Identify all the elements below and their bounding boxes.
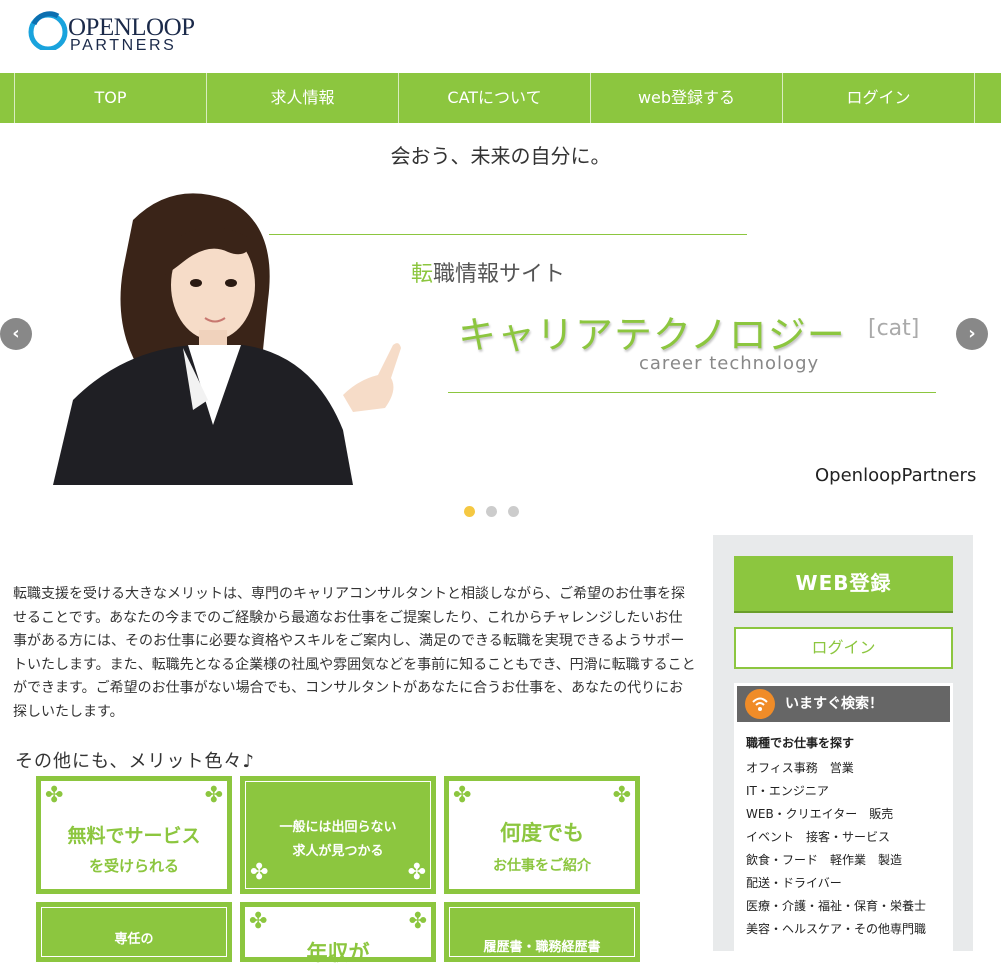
merit-card-inner: ✤ ✤ 年収が: [245, 907, 431, 965]
merit-card-inner: ✤ ✤ 何度でも お仕事をご紹介: [449, 781, 635, 889]
merit-card-income[interactable]: ✤ ✤ 年収が: [240, 902, 436, 965]
sidebar: WEB登録 ログイン いますぐ検索！ 職種でお仕事を探す オフィス事務 営業 I…: [713, 535, 973, 951]
merit-card-line1: 一般には出回らない: [279, 820, 397, 835]
web-register-button[interactable]: WEB登録: [734, 556, 953, 613]
merit-card-inner: 履歴書・職務経歴書: [449, 907, 635, 957]
slider-dot-2[interactable]: [486, 506, 497, 517]
slider-next-button[interactable]: ›: [956, 318, 988, 350]
merit-card-line2: お仕事をご紹介: [493, 858, 591, 874]
slide-subtitle-accent: 転: [411, 262, 434, 287]
clover-icon: ✤: [250, 860, 269, 885]
clover-icon: ✤: [249, 909, 268, 934]
merit-card-many-times[interactable]: ✤ ✤ 何度でも お仕事をご紹介: [444, 776, 640, 894]
slide-brand: OpenloopPartners: [815, 465, 977, 485]
clover-icon: ✤: [408, 909, 427, 934]
wifi-icon: [745, 689, 775, 719]
slide-subtitle: 転職情報サイト: [411, 256, 565, 288]
slider-pagination: [464, 502, 530, 521]
category-link-it[interactable]: IT・エンジニア: [746, 780, 926, 803]
merit-card-line1: 無料でサービス: [67, 825, 201, 847]
nav-edge-left: [0, 73, 15, 123]
merit-card-line1: 何度でも: [500, 821, 584, 845]
slider-dot-3[interactable]: [508, 506, 519, 517]
merits-heading: その他にも、メリット色々♪: [15, 751, 255, 772]
nav-edge-right: [974, 73, 1001, 123]
slider-dot-1[interactable]: [464, 506, 475, 517]
clover-icon: ✤: [453, 783, 472, 808]
clover-icon: ✤: [204, 783, 223, 808]
logo-ring-icon: [28, 11, 68, 50]
merit-card-free[interactable]: ✤ ✤ 無料でサービス を受けられる: [36, 776, 232, 894]
clover-icon: ✤: [45, 783, 64, 808]
merit-card-line2: 求人が見つかる: [292, 844, 384, 859]
category-link-office-sales[interactable]: オフィス事務 営業: [746, 757, 926, 780]
merit-card-dedicated[interactable]: 専任の: [36, 902, 232, 962]
merit-card-inner: ✤ ✤ 一般には出回らない 求人が見つかる: [245, 781, 431, 889]
nav-item-login[interactable]: ログイン: [782, 73, 974, 123]
slider-prev-button[interactable]: ‹: [0, 318, 32, 350]
category-link-web-creator[interactable]: WEB・クリエイター 販売: [746, 803, 926, 826]
merit-card-inner: 専任の: [41, 907, 227, 957]
merit-card-inner: ✤ ✤ 無料でサービス を受けられる: [41, 781, 227, 889]
slide-top-rule: [269, 234, 747, 235]
merit-card-line1: 専任の: [114, 932, 154, 947]
category-link-food-manufacturing[interactable]: 飲食・フード 軽作業 製造: [746, 849, 926, 872]
merit-card-line1: 履歴書・職務経歴書: [483, 940, 601, 955]
hero-person-image: [53, 193, 401, 485]
category-list: オフィス事務 営業 IT・エンジニア WEB・クリエイター 販売 イベント 接客…: [746, 757, 926, 941]
category-link-medical-care[interactable]: 医療・介護・福祉・保育・栄養士: [746, 895, 926, 918]
nav-item-top[interactable]: TOP: [14, 73, 206, 123]
nav-item-jobs[interactable]: 求人情報: [206, 73, 398, 123]
category-link-event-service[interactable]: イベント 接客・サービス: [746, 826, 926, 849]
nav-item-about-cat[interactable]: CATについて: [398, 73, 590, 123]
hero-slide[interactable]: 転職情報サイト キャリアテクノロジー [cat] career technolo…: [13, 180, 988, 485]
openloop-logo[interactable]: OPENLOOP PARTNERS: [28, 10, 208, 58]
main-nav: TOP 求人情報 CATについて web登録する ログイン: [0, 73, 1001, 123]
slide-english-title: career technology: [639, 353, 820, 374]
site-header: OPENLOOP PARTNERS: [0, 0, 1001, 73]
quick-search-header: いますぐ検索！: [737, 686, 950, 722]
slide-bottom-rule: [448, 392, 936, 393]
merit-card-line1: 年収が: [306, 941, 370, 965]
clover-icon: ✤: [612, 783, 631, 808]
logo-text-partners: PARTNERS: [70, 37, 177, 54]
slide-main-title: キャリアテクノロジー: [458, 313, 846, 357]
quick-search-title: いますぐ検索！: [785, 696, 883, 712]
login-button[interactable]: ログイン: [734, 627, 953, 669]
merit-card-hidden-jobs[interactable]: ✤ ✤ 一般には出回らない 求人が見つかる: [240, 776, 436, 894]
tagline: 会おう、未来の自分に。: [390, 144, 611, 168]
intro-paragraph: 転職支援を受ける大きなメリットは、専門のキャリアコンサルタントと相談しながら、ご…: [13, 586, 696, 720]
slide-cat-label: [cat]: [868, 316, 920, 341]
nav-item-web-register[interactable]: web登録する: [590, 73, 782, 123]
merit-card-line2: を受けられる: [88, 857, 179, 875]
quick-search-panel: いますぐ検索！ 職種でお仕事を探す オフィス事務 営業 IT・エンジニア WEB…: [734, 683, 953, 951]
clover-icon: ✤: [407, 860, 426, 885]
merit-card-resume[interactable]: 履歴書・職務経歴書: [444, 902, 640, 962]
category-link-driver[interactable]: 配送・ドライバー: [746, 872, 926, 895]
slide-subtitle-rest: 職情報サイト: [433, 262, 566, 287]
category-link-beauty-health[interactable]: 美容・ヘルスケア・その他専門職: [746, 918, 926, 941]
category-title: 職種でお仕事を探す: [746, 736, 855, 750]
